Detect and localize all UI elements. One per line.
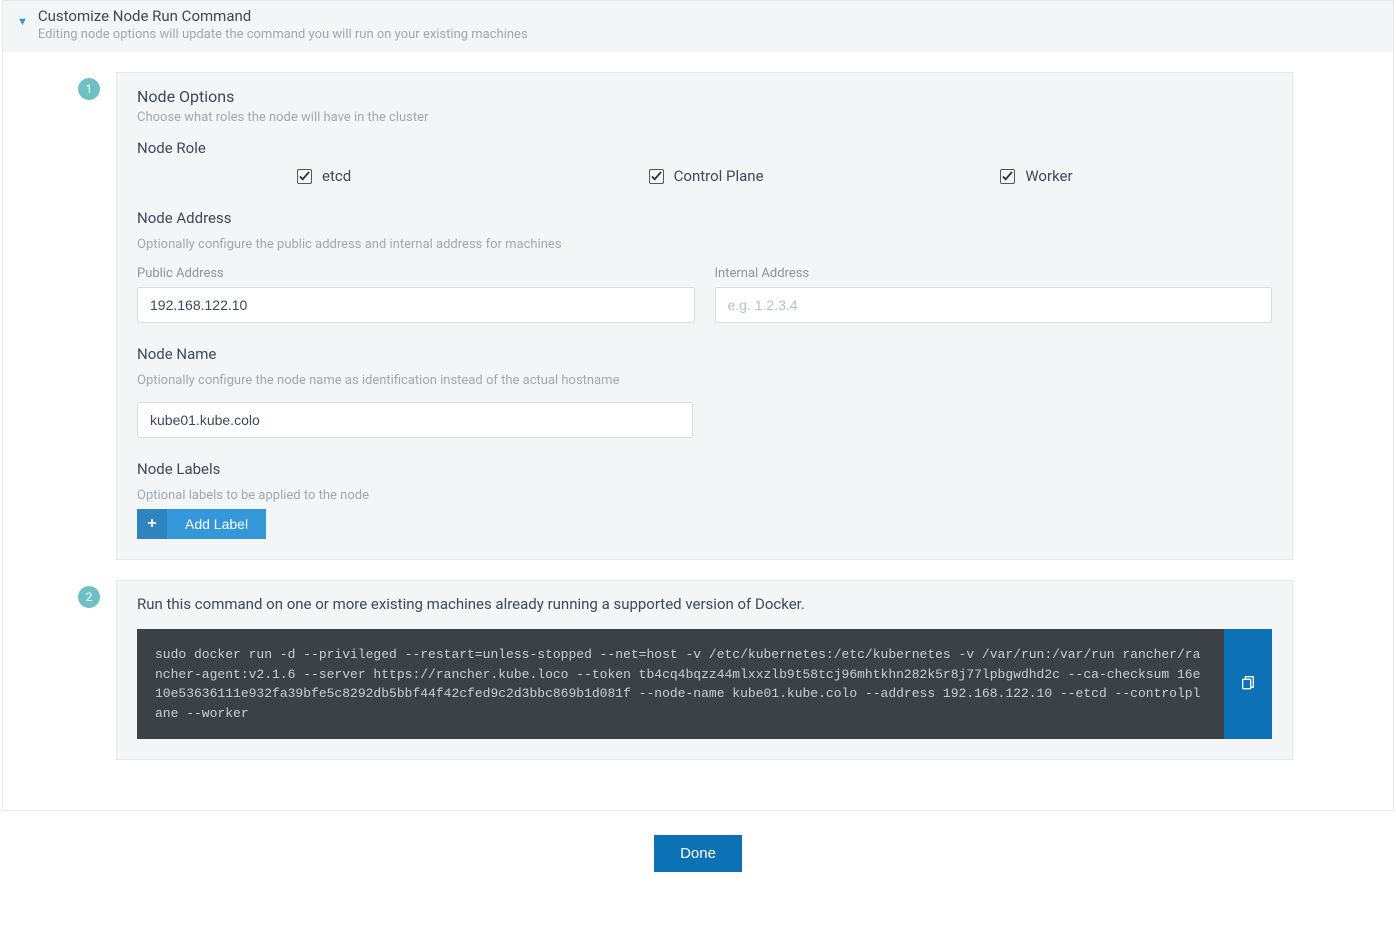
role-control-plane-label: Control Plane [674, 167, 764, 185]
node-name-subtitle: Optionally configure the node name as id… [137, 373, 1272, 388]
done-button[interactable]: Done [654, 835, 742, 872]
add-label-button[interactable]: + Add Label [137, 509, 266, 539]
node-labels-subtitle: Optional labels to be applied to the nod… [137, 488, 1272, 503]
node-name-input[interactable] [137, 402, 693, 438]
command-block[interactable]: sudo docker run -d --privileged --restar… [137, 629, 1224, 739]
step-badge-2: 2 [78, 586, 100, 608]
public-address-label: Public Address [137, 266, 695, 281]
plus-icon: + [137, 509, 167, 539]
checkbox-control-plane[interactable] [649, 169, 664, 184]
checkbox-etcd[interactable] [297, 169, 312, 184]
step-badge-1: 1 [78, 78, 100, 100]
node-options-subtitle: Choose what roles the node will have in … [137, 110, 1272, 125]
panel-header: ▼ Customize Node Run Command Editing nod… [3, 1, 1393, 52]
public-address-input[interactable] [137, 287, 695, 323]
step2-title: Run this command on one or more existing… [137, 595, 1272, 613]
checkbox-worker[interactable] [1000, 169, 1015, 184]
clipboard-icon [1240, 674, 1256, 694]
copy-button[interactable] [1224, 629, 1272, 739]
node-name-title: Node Name [137, 345, 1272, 363]
role-etcd-label: etcd [322, 167, 351, 185]
panel-subtitle: Editing node options will update the com… [38, 27, 1379, 42]
panel-title: Customize Node Run Command [38, 7, 1379, 25]
node-address-title: Node Address [137, 209, 1272, 227]
node-role-label: Node Role [137, 139, 1272, 157]
node-address-subtitle: Optionally configure the public address … [137, 237, 1272, 252]
add-label-text: Add Label [167, 516, 266, 532]
node-labels-title: Node Labels [137, 460, 1272, 478]
chevron-down-icon[interactable]: ▼ [17, 15, 28, 28]
internal-address-label: Internal Address [715, 266, 1273, 281]
internal-address-input[interactable] [715, 287, 1273, 323]
role-worker-label: Worker [1025, 167, 1072, 185]
node-options-title: Node Options [137, 87, 1272, 106]
